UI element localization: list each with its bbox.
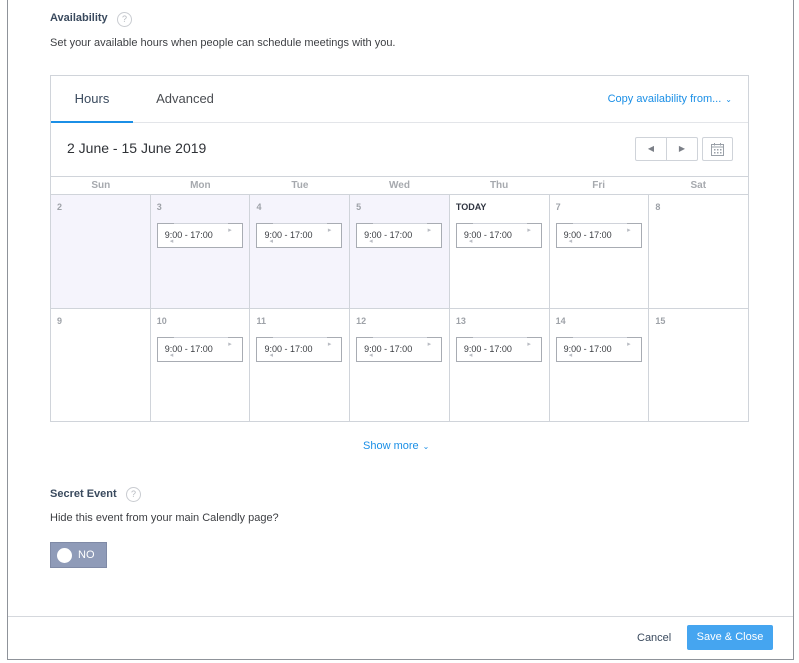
arrow-left-icon: ◂ [369, 352, 373, 359]
availability-title: Availability [50, 12, 108, 24]
day-number: TODAY [455, 202, 487, 212]
arrow-right-icon: ▸ [427, 341, 432, 348]
availability-help-icon[interactable]: ? [117, 12, 132, 27]
copy-availability-label: Copy availability from... [607, 93, 722, 105]
day-number: 3 [156, 202, 162, 212]
chevron-down-icon: ⌄ [725, 95, 732, 104]
availability-description: Set your available hours when people can… [50, 37, 396, 49]
day-number: 9 [57, 316, 63, 326]
day-number: 15 [655, 316, 666, 326]
calendar-grid: Sun Mon Tue Wed Thu Fri Sat 2 3 9:00 - 17:… [51, 176, 748, 421]
calendar-week-row: 9 10 9:00 - 17:00 ▸ ◂ 11 9:00 - 17:00 ▸ ◂ 12 9:00 … [51, 308, 748, 421]
previous-period-button[interactable]: ◀ [636, 138, 666, 160]
arrow-left-icon: ◂ [468, 238, 473, 245]
date-nav-group: ◀ ▶ [635, 137, 698, 161]
calendar-day-cell[interactable]: 2 [51, 195, 150, 308]
availability-tabs: Hours Advanced Copy availability from...… [51, 76, 748, 123]
copy-availability-dropdown[interactable]: Copy availability from... ⌄ [608, 93, 732, 105]
arrow-left-icon: ◂ [369, 238, 373, 245]
arrow-left-icon: ◂ [468, 352, 473, 359]
calendar-day-cell[interactable]: 4 9:00 - 17:00 ▸ ◂ [249, 195, 350, 308]
arrow-right-icon: ▸ [327, 227, 332, 234]
secret-event-title: Secret Event [50, 488, 117, 500]
calendar-day-cell[interactable]: 15 [648, 309, 748, 421]
calendar-day-cell[interactable]: 9 [51, 309, 150, 421]
time-slot[interactable]: 9:00 - 17:00 ▸ ◂ [455, 223, 542, 248]
tab-hours[interactable]: Hours [51, 76, 133, 123]
calendar-day-cell[interactable]: 11 9:00 - 17:00 ▸ ◂ [249, 309, 349, 421]
day-number: 7 [555, 202, 561, 212]
weekday-label: Tue [291, 180, 309, 191]
time-slot[interactable]: 9:00 - 17:00 ▸ ◂ [156, 337, 243, 362]
calendar-day-cell[interactable]: 13 9:00 - 17:00 ▸ ◂ [448, 309, 549, 421]
arrow-left-icon: ◂ [169, 352, 174, 359]
time-slot[interactable]: 9:00 - 17:00 ▸ ◂ [555, 337, 642, 362]
secret-event-toggle[interactable]: NO [50, 542, 107, 568]
availability-calendar-panel: Hours Advanced Copy availability from...… [50, 75, 749, 422]
day-number: 10 [156, 316, 167, 326]
chevron-down-icon: ⌄ [422, 442, 430, 451]
calendar-day-cell[interactable]: 12 9:00 - 17:00 ▸ ◂ [349, 309, 449, 421]
secret-event-help-icon[interactable]: ? [126, 487, 141, 502]
tab-advanced[interactable]: Advanced [147, 76, 223, 123]
day-number: 12 [356, 316, 367, 326]
weekday-header-row: Sun Mon Tue Wed Thu Fri Sat [51, 176, 748, 195]
weekday-label: Sat [690, 180, 707, 191]
calendar-day-cell[interactable]: 14 9:00 - 17:00 ▸ ◂ [548, 309, 649, 421]
arrow-left-icon: ◂ [269, 352, 273, 359]
time-slot[interactable]: 9:00 - 17:00 ▸ ◂ [156, 223, 243, 248]
day-number: 2 [57, 202, 63, 212]
calendar-day-cell[interactable]: 10 9:00 - 17:00 ▸ ◂ [149, 309, 250, 421]
weekday-label: Fri [592, 180, 606, 191]
arrow-left-icon: ◂ [269, 238, 273, 245]
arrow-right-icon: ▸ [527, 341, 531, 348]
calendar-day-cell[interactable]: 3 9:00 - 17:00 ▸ ◂ [149, 195, 250, 308]
day-number: 8 [655, 202, 661, 212]
time-slot[interactable]: 9:00 - 17:00 ▸ ◂ [256, 223, 343, 248]
secret-event-description: Hide this event from your main Calendly … [50, 512, 279, 524]
time-slot[interactable]: 9:00 - 17:00 ▸ ◂ [356, 337, 443, 362]
day-number: 11 [256, 316, 266, 326]
arrow-right-icon: ▸ [327, 341, 332, 348]
arrow-left-icon: ◂ [169, 238, 174, 245]
arrow-right-icon: ▸ [427, 227, 432, 234]
calendar-day-cell[interactable]: 5 9:00 - 17:00 ▸ ◂ [349, 195, 449, 308]
arrow-left-icon: ◂ [568, 238, 573, 245]
next-period-button[interactable]: ▶ [666, 138, 697, 160]
time-slot[interactable]: 9:00 - 17:00 ▸ ◂ [455, 337, 542, 362]
show-more-button[interactable]: Show more ⌄ [363, 440, 429, 452]
weekday-label: Wed [389, 180, 410, 191]
day-number: 13 [455, 316, 466, 326]
toggle-label: NO [78, 549, 95, 561]
calendar-day-cell[interactable]: 7 9:00 - 17:00 ▸ ◂ [548, 195, 649, 308]
arrow-right-icon: ▸ [627, 227, 631, 234]
time-slot[interactable]: 9:00 - 17:00 ▸ ◂ [256, 337, 343, 362]
calendar-week-row: 2 3 9:00 - 17:00 ▸ ◂ 4 9:00 - 17:00 ▸ ◂ 5 9:00 - 1… [51, 195, 748, 308]
arrow-right-icon: ▸ [228, 227, 232, 234]
toggle-knob [57, 548, 72, 563]
cancel-button[interactable]: Cancel [637, 632, 671, 644]
weekday-label: Sun [91, 180, 111, 191]
footer-divider [8, 616, 793, 617]
calendar-icon [711, 143, 724, 156]
time-slot[interactable]: 9:00 - 17:00 ▸ ◂ [356, 223, 443, 248]
calendar-weeks: 2 3 9:00 - 17:00 ▸ ◂ 4 9:00 - 17:00 ▸ ◂ 5 9:00 - 1… [51, 195, 748, 421]
time-slot[interactable]: 9:00 - 17:00 ▸ ◂ [555, 223, 642, 248]
arrow-right-icon: ▸ [527, 227, 531, 234]
show-more-label: Show more [363, 440, 419, 452]
calendar-day-cell[interactable]: TODAY 9:00 - 17:00 ▸ ◂ [448, 195, 549, 308]
arrow-left-icon: ◂ [568, 352, 573, 359]
arrow-right-icon: ▸ [627, 341, 631, 348]
weekday-label: Thu [489, 180, 509, 191]
save-and-close-button[interactable]: Save & Close [687, 625, 773, 650]
date-range-title: 2 June - 15 June 2019 [67, 140, 207, 156]
day-number: 5 [356, 202, 362, 212]
date-picker-button[interactable] [702, 137, 733, 161]
calendar-day-cell[interactable]: 8 [648, 195, 748, 308]
weekday-label: Mon [190, 180, 211, 191]
arrow-right-icon: ▸ [228, 341, 232, 348]
day-number: 4 [256, 202, 262, 212]
day-number: 14 [555, 316, 566, 326]
